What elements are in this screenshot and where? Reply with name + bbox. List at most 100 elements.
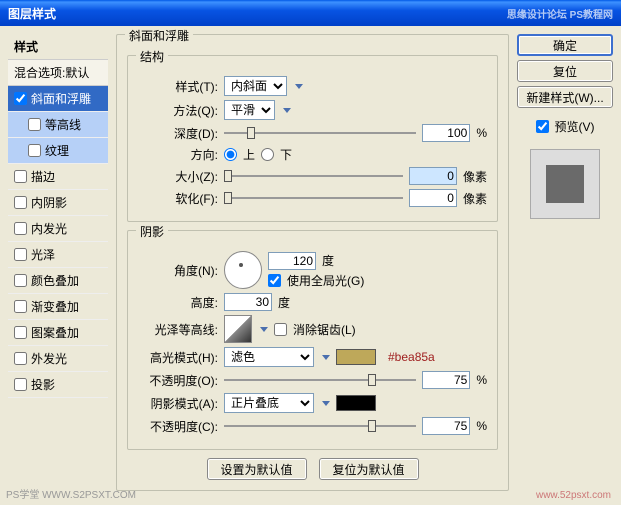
angle-input[interactable] (268, 252, 316, 270)
pct-unit3: % (476, 419, 487, 433)
antialias-label: 消除锯齿(L) (293, 321, 356, 338)
global-light-checkbox[interactable] (268, 274, 281, 287)
style-item-投影[interactable]: 投影 (8, 372, 108, 398)
altitude-label: 高度: (138, 294, 218, 311)
style-checkbox[interactable] (14, 352, 27, 365)
size-input[interactable] (409, 167, 457, 185)
down-label: 下 (280, 146, 292, 163)
style-item-描边[interactable]: 描边 (8, 164, 108, 190)
bevel-legend: 斜面和浮雕 (125, 27, 193, 44)
make-default-button[interactable]: 设置为默认值 (207, 458, 307, 480)
style-list: 斜面和浮雕等高线纹理描边内阴影内发光光泽颜色叠加渐变叠加图案叠加外发光投影 (8, 86, 108, 398)
shadow-opacity-input[interactable] (422, 417, 470, 435)
style-item-label: 颜色叠加 (31, 272, 79, 289)
chevron-down-icon (260, 327, 268, 332)
style-checkbox[interactable] (28, 144, 41, 157)
px-unit: 像素 (463, 168, 487, 185)
style-item-图案叠加[interactable]: 图案叠加 (8, 320, 108, 346)
direction-up-radio[interactable] (224, 148, 237, 161)
size-slider[interactable] (224, 167, 403, 185)
style-checkbox[interactable] (14, 378, 27, 391)
gloss-contour-label: 光泽等高线: (138, 321, 218, 338)
shadow-opacity-slider[interactable] (224, 417, 416, 435)
px-unit2: 像素 (463, 190, 487, 207)
chevron-down-icon (322, 401, 330, 406)
style-item-label: 图案叠加 (31, 324, 79, 341)
shadow-mode-label: 阴影模式(A): (138, 395, 218, 412)
deg-unit: 度 (322, 252, 334, 269)
soften-label: 软化(F): (138, 190, 218, 207)
preview-checkbox[interactable] (536, 120, 549, 133)
highlight-mode-label: 高光模式(H): (138, 349, 218, 366)
style-checkbox[interactable] (14, 222, 27, 235)
titlebar-watermark: 思缘设计论坛 PS教程网 (507, 6, 613, 21)
style-checkbox[interactable] (14, 248, 27, 261)
preview-box (530, 149, 600, 219)
style-item-内阴影[interactable]: 内阴影 (8, 190, 108, 216)
window-title: 图层样式 (8, 5, 56, 22)
gloss-contour-picker[interactable] (224, 315, 252, 343)
dialog-body: 样式 混合选项:默认 斜面和浮雕等高线纹理描边内阴影内发光光泽颜色叠加渐变叠加图… (0, 26, 621, 505)
altitude-input[interactable] (224, 293, 272, 311)
depth-input[interactable] (422, 124, 470, 142)
pct-unit2: % (476, 373, 487, 387)
style-item-等高线[interactable]: 等高线 (8, 112, 108, 138)
direction-label: 方向: (138, 146, 218, 163)
style-item-label: 纹理 (45, 142, 69, 159)
blend-options[interactable]: 混合选项:默认 (8, 59, 108, 86)
style-item-纹理[interactable]: 纹理 (8, 138, 108, 164)
highlight-mode-select[interactable]: 滤色 (224, 347, 314, 367)
chevron-down-icon (295, 84, 303, 89)
ok-button[interactable]: 确定 (517, 34, 613, 56)
style-item-斜面和浮雕[interactable]: 斜面和浮雕 (8, 86, 108, 112)
style-checkbox[interactable] (14, 196, 27, 209)
style-select[interactable]: 内斜面 (224, 76, 287, 96)
preview-swatch (546, 165, 584, 203)
highlight-color-swatch[interactable] (336, 349, 376, 365)
style-item-label: 内发光 (31, 220, 67, 237)
depth-slider[interactable] (224, 124, 416, 142)
right-column: 确定 复位 新建样式(W)... 预览(V) (517, 34, 613, 497)
style-checkbox[interactable] (14, 274, 27, 287)
shading-legend: 阴影 (136, 223, 168, 240)
style-checkbox[interactable] (14, 170, 27, 183)
style-label: 样式(T): (138, 78, 218, 95)
angle-label: 角度(N): (138, 262, 218, 279)
structure-legend: 结构 (136, 48, 168, 65)
bevel-group: 斜面和浮雕 结构 样式(T): 内斜面 方法(Q): 平滑 深度(D): % (116, 34, 509, 491)
structure-group: 结构 样式(T): 内斜面 方法(Q): 平滑 深度(D): % 方向: (127, 55, 498, 222)
angle-wheel[interactable] (224, 251, 262, 289)
style-item-内发光[interactable]: 内发光 (8, 216, 108, 242)
style-item-label: 等高线 (45, 116, 81, 133)
chevron-down-icon (283, 108, 291, 113)
direction-down-radio[interactable] (261, 148, 274, 161)
antialias-checkbox[interactable] (274, 323, 287, 336)
highlight-opacity-label: 不透明度(O): (138, 372, 218, 389)
shadow-color-swatch[interactable] (336, 395, 376, 411)
chevron-down-icon (322, 355, 330, 360)
style-item-渐变叠加[interactable]: 渐变叠加 (8, 294, 108, 320)
highlight-opacity-input[interactable] (422, 371, 470, 389)
shadow-mode-select[interactable]: 正片叠底 (224, 393, 314, 413)
style-item-label: 斜面和浮雕 (31, 90, 91, 107)
technique-select[interactable]: 平滑 (224, 100, 275, 120)
style-item-颜色叠加[interactable]: 颜色叠加 (8, 268, 108, 294)
cancel-button[interactable]: 复位 (517, 60, 613, 82)
style-checkbox[interactable] (14, 300, 27, 313)
pct-unit: % (476, 126, 487, 140)
style-item-label: 内阴影 (31, 194, 67, 211)
style-checkbox[interactable] (14, 92, 27, 105)
styles-header: 样式 (8, 34, 108, 59)
soften-input[interactable] (409, 189, 457, 207)
style-item-光泽[interactable]: 光泽 (8, 242, 108, 268)
shading-group: 阴影 角度(N): 度 使用全局光(G) (127, 230, 498, 450)
soften-slider[interactable] (224, 189, 403, 207)
style-checkbox[interactable] (28, 118, 41, 131)
new-style-button[interactable]: 新建样式(W)... (517, 86, 613, 108)
style-item-外发光[interactable]: 外发光 (8, 346, 108, 372)
highlight-opacity-slider[interactable] (224, 371, 416, 389)
up-label: 上 (243, 146, 255, 163)
reset-default-button[interactable]: 复位为默认值 (319, 458, 419, 480)
style-checkbox[interactable] (14, 326, 27, 339)
style-item-label: 投影 (31, 376, 55, 393)
